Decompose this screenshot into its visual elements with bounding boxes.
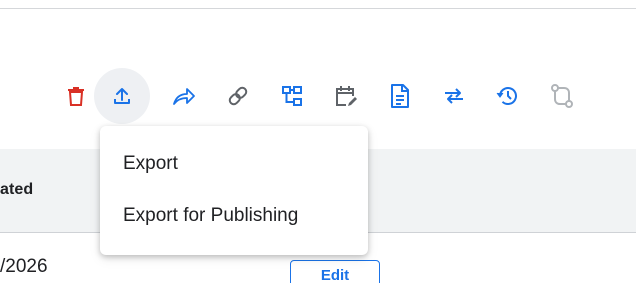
swap-arrows-icon xyxy=(445,88,463,104)
export-button[interactable] xyxy=(94,68,150,124)
column-header-created[interactable]: ated xyxy=(0,181,33,199)
swap-button[interactable] xyxy=(426,68,482,124)
share-arrow-icon xyxy=(173,88,195,105)
edit-button[interactable]: Edit xyxy=(290,260,380,283)
history-icon xyxy=(496,87,517,105)
menu-item-export[interactable]: Export xyxy=(100,142,368,186)
upload-icon xyxy=(114,88,130,104)
export-dropdown-menu: Export Export for Publishing xyxy=(100,126,368,255)
hierarchy-button[interactable] xyxy=(264,68,320,124)
calendar-edit-icon xyxy=(336,86,357,106)
history-button[interactable] xyxy=(480,68,536,124)
menu-item-export-for-publishing[interactable]: Export for Publishing xyxy=(100,194,368,238)
top-divider xyxy=(0,8,636,9)
trash-icon xyxy=(68,87,84,106)
schedule-button[interactable] xyxy=(318,68,374,124)
share-button[interactable] xyxy=(156,68,212,124)
compare-path-icon xyxy=(551,84,573,108)
document-button[interactable] xyxy=(372,68,428,124)
row-created-date: /2026 xyxy=(0,256,48,277)
page: ated /2026 Edit Export Export for Publis… xyxy=(0,0,636,283)
hierarchy-icon xyxy=(282,86,302,106)
compare-button[interactable] xyxy=(534,68,590,124)
action-toolbar xyxy=(48,68,636,124)
link-icon xyxy=(228,86,248,106)
document-icon xyxy=(391,84,409,108)
link-button[interactable] xyxy=(210,68,266,124)
